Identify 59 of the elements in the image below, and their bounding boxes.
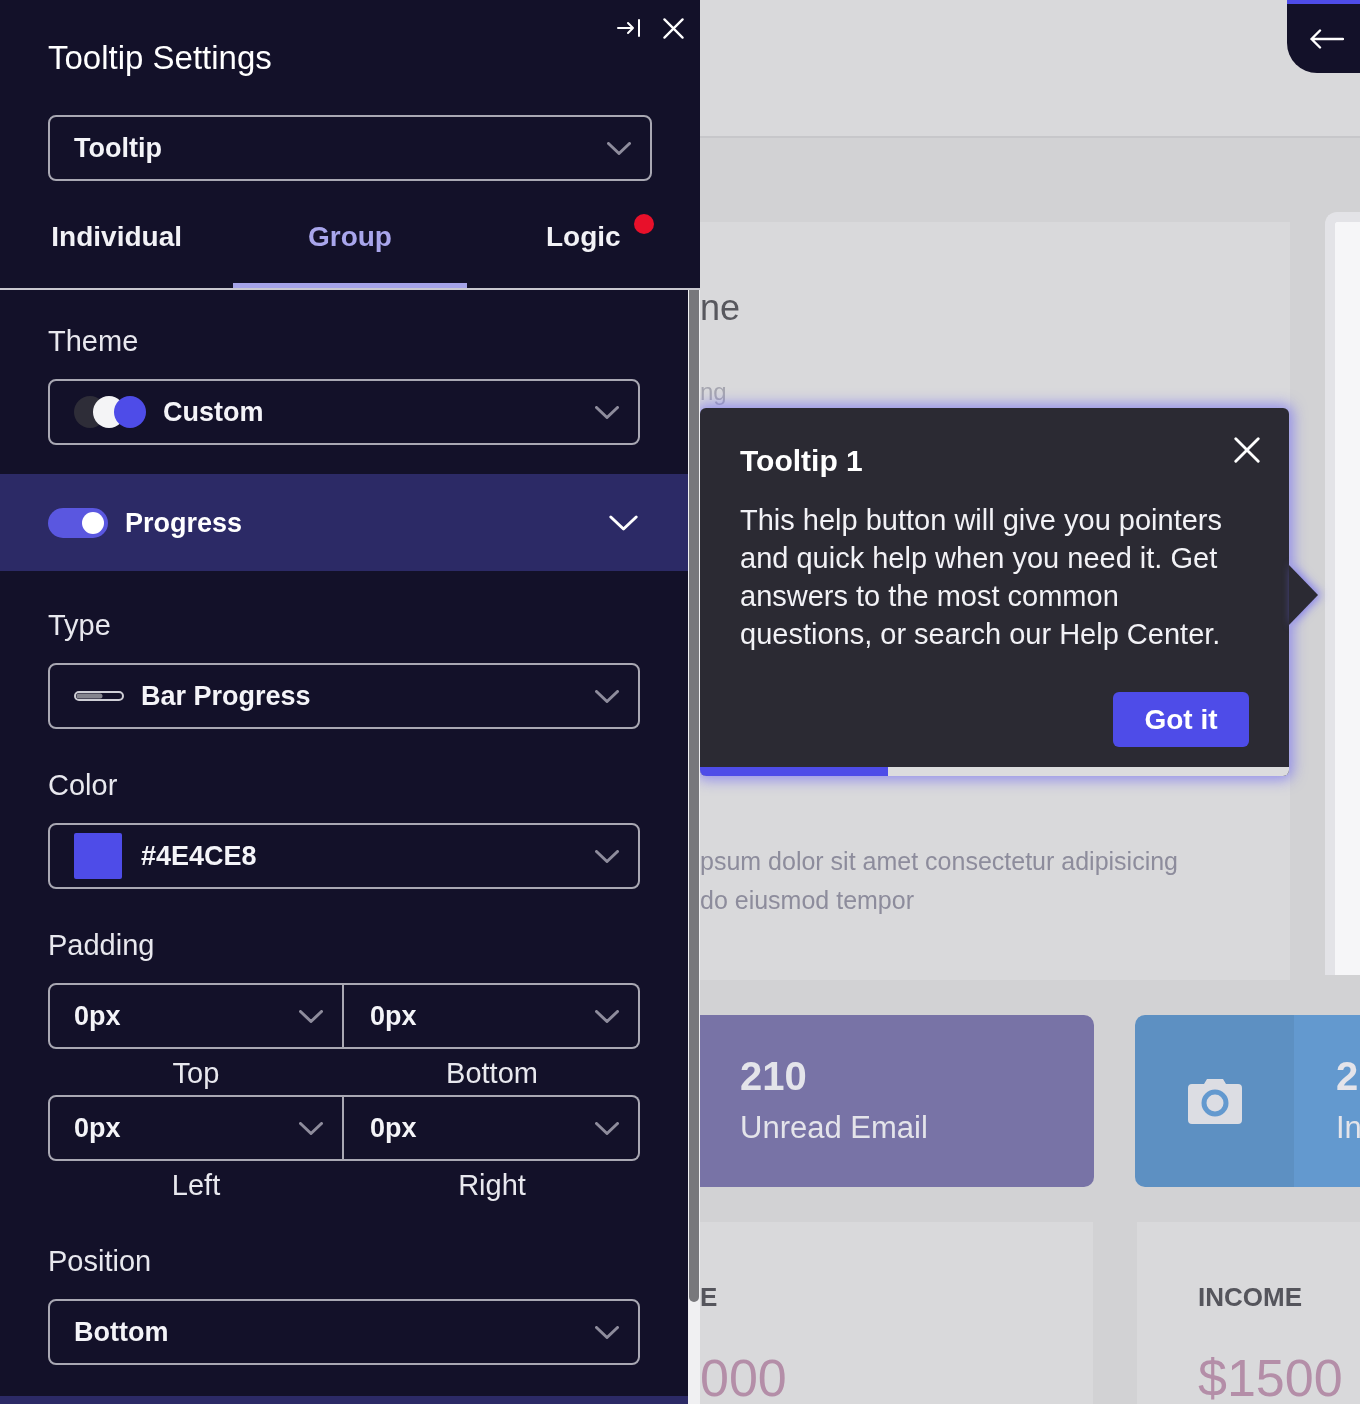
field-label: Theme bbox=[48, 325, 140, 357]
card-text: psum dolor sit amet consectetur adipisicing do eiusmod tempor bbox=[700, 846, 1178, 916]
progress-bar-icon bbox=[74, 691, 124, 701]
arrow-left-icon bbox=[1309, 28, 1344, 49]
stat-label: Unread Email bbox=[740, 1110, 928, 1146]
color-select[interactable]: #4E4CE8 bbox=[48, 823, 640, 889]
chevron-down-icon bbox=[607, 141, 631, 155]
stat-value: 210 bbox=[740, 1053, 808, 1099]
chevron-down-icon bbox=[299, 1121, 323, 1135]
chevron-down-icon bbox=[299, 1009, 323, 1023]
tooltip-text: This help button will give you pointers and quick help when you need it. Get answers to the most common questions, or search our Help Center. bbox=[740, 503, 1223, 652]
field-label: Type bbox=[48, 609, 112, 641]
stat-label: In bbox=[1336, 1110, 1360, 1146]
camera-icon bbox=[1187, 1078, 1242, 1124]
summary-amount: $1500 bbox=[1198, 1352, 1344, 1404]
close-icon bbox=[663, 17, 684, 39]
section-title: Progress bbox=[125, 506, 244, 540]
field-label: Color bbox=[48, 769, 119, 801]
chevron-down-icon bbox=[595, 1009, 619, 1023]
chevron-down-icon bbox=[595, 405, 619, 419]
summary-title: INCOME bbox=[1198, 1282, 1303, 1312]
card-heading: ne bbox=[700, 286, 741, 330]
padding-select[interactable]: 0px bbox=[344, 1095, 640, 1161]
summary-title: E bbox=[700, 1282, 719, 1312]
type-select[interactable]: Bar Progress bbox=[48, 663, 640, 729]
chevron-down-icon bbox=[595, 849, 619, 863]
stat-value: 2 bbox=[1336, 1053, 1360, 1099]
close-button[interactable] bbox=[663, 17, 684, 39]
scrollbar-thumb[interactable] bbox=[689, 290, 699, 1302]
padding-caption: Bottom bbox=[446, 1057, 538, 1089]
tab[interactable]: Group bbox=[233, 181, 467, 288]
close-icon bbox=[1234, 437, 1260, 463]
panel-title: Tooltip Settings bbox=[48, 40, 273, 76]
chevron-down-icon bbox=[595, 689, 619, 703]
padding-select[interactable]: 0px bbox=[344, 983, 640, 1049]
back-button[interactable] bbox=[1287, 0, 1360, 73]
position-select[interactable]: Bottom bbox=[48, 1299, 640, 1365]
element-select[interactable]: Tooltip bbox=[48, 115, 652, 181]
padding-caption: Top bbox=[172, 1057, 220, 1089]
tab[interactable]: Logic bbox=[466, 181, 700, 288]
chevron-down-icon[interactable] bbox=[609, 514, 638, 531]
field-label: Padding bbox=[48, 929, 156, 961]
field-label: Position bbox=[48, 1245, 153, 1277]
got-it-button[interactable]: Got it bbox=[1113, 692, 1249, 747]
padding-caption: Right bbox=[458, 1169, 526, 1201]
toggle-switch[interactable] bbox=[48, 507, 108, 538]
collapse-button[interactable] bbox=[617, 19, 641, 37]
chevron-down-icon bbox=[595, 1325, 619, 1339]
padding-select[interactable]: 0px bbox=[48, 983, 344, 1049]
tooltip-title: Tooltip 1 bbox=[740, 443, 863, 479]
padding-caption: Left bbox=[171, 1169, 221, 1201]
theme-circles-icon bbox=[74, 396, 146, 428]
arrow-to-line-icon bbox=[617, 19, 641, 37]
padding-select[interactable]: 0px bbox=[48, 1095, 344, 1161]
theme-select[interactable]: Custom bbox=[48, 379, 640, 445]
summary-amount: 000 bbox=[700, 1352, 788, 1404]
chevron-down-icon bbox=[595, 1121, 619, 1135]
tab[interactable]: Individual bbox=[0, 181, 234, 288]
close-button[interactable] bbox=[1234, 437, 1260, 463]
